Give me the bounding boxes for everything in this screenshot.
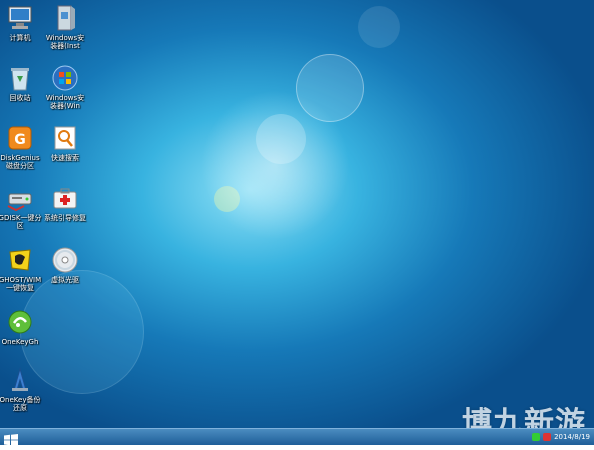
network-icon[interactable] [532, 433, 541, 441]
desktop-icon-windows-installer-inst[interactable]: Windows安 装器(Inst [33, 2, 97, 60]
light-bokeh [358, 6, 400, 48]
computer-icon [6, 4, 34, 32]
installer-icon [51, 4, 79, 32]
taskbar-clock-date[interactable]: 2014/8/19 [554, 433, 590, 441]
system-tray: 2014/8/19 [532, 430, 590, 444]
taskbar: 2014/8/19 [0, 428, 594, 446]
quick-search-icon [51, 124, 79, 152]
recycle-bin-icon [6, 64, 34, 92]
desktop-icon-label: Windows安 装器(Win [45, 94, 85, 110]
gdisk-icon [6, 184, 34, 212]
desktop-icon-label: 快速搜索 [51, 154, 79, 162]
desktop-icon-label: OneKeyGh [1, 338, 39, 346]
windows-logo-icon [51, 64, 79, 92]
desktop-icon-onekey-backup[interactable]: OneKey备份 还原 [0, 364, 52, 422]
desktop-icon-label: 系统引导修复 [44, 214, 86, 222]
desktop-icon-onekey-ghost[interactable]: OneKeyGh [0, 306, 52, 364]
desktop-icon-label: OneKey备份 还原 [0, 396, 41, 412]
virtual-drive-icon [51, 246, 79, 274]
volume-icon[interactable] [543, 433, 552, 441]
start-button[interactable] [3, 431, 19, 446]
onekey-backup-icon [6, 366, 34, 394]
onekey-ghost-icon [6, 308, 34, 336]
windows-start-icon [4, 434, 18, 446]
desktop-icon-windows-installer-win[interactable]: Windows安 装器(Win [33, 62, 97, 120]
watermark-text: 博九新游 [462, 406, 586, 428]
svg-text:G: G [14, 132, 26, 148]
desktop-icon-virtual-drive[interactable]: 虚拟光驱 [33, 244, 97, 302]
light-bokeh [200, 90, 350, 240]
diskgenius-icon: G [6, 124, 34, 152]
desktop-icon-boot-repair[interactable]: 系统引导修复 [33, 182, 97, 240]
desktop-icon-quick-search[interactable]: 快速搜索 [33, 122, 97, 180]
desktop-icon-label: Windows安 装器(Inst [45, 34, 85, 50]
boot-repair-icon [51, 184, 79, 212]
ghost-icon [6, 246, 34, 274]
desktop-background: 计算机 回收站 G DiskGenius 磁盘分区 GDISK一键分 区 GHO… [0, 0, 594, 428]
desktop-icon-label: 虚拟光驱 [51, 276, 79, 284]
